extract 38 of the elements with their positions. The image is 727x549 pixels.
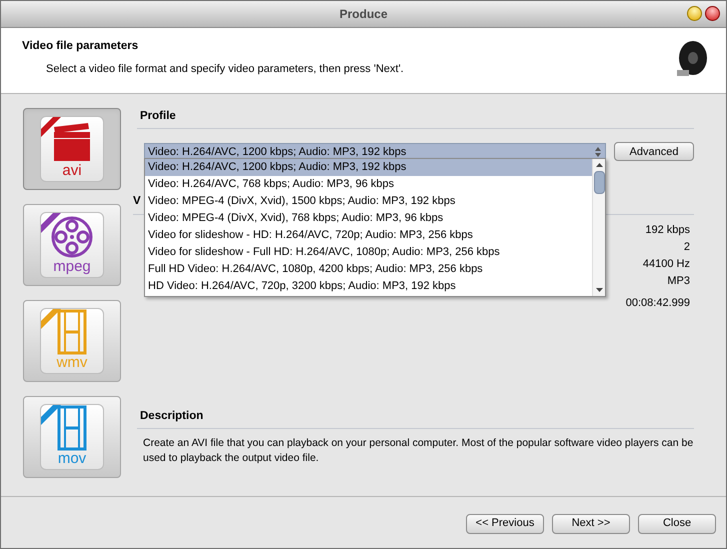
dropdown-option[interactable]: Video: MPEG-4 (DivX, Xvid), 1500 kbps; Audio: MP3, 192 kbps (145, 193, 592, 210)
minimize-button[interactable] (687, 6, 702, 21)
scroll-thumb[interactable] (594, 171, 604, 194)
film-reel-icon (50, 215, 94, 259)
section-heading: Description (140, 410, 204, 422)
description-text: Create an AVI file that you can playback on your personal computer. Most of the popular software video players can be used to playback the output video file. (142, 436, 694, 466)
dialog-button[interactable]: Next >> (552, 514, 630, 534)
format-label: mpeg (53, 259, 91, 275)
section-heading: V (133, 195, 141, 208)
close-button[interactable] (705, 6, 720, 21)
format-button[interactable]: avi (23, 108, 121, 190)
scrollbar[interactable] (592, 159, 605, 296)
header-title: Video file parameters (22, 39, 140, 54)
dropdown-option[interactable]: Video for slideshow - Full HD: H.264/AVC, 1080p; Audio: MP3, 256 kbps (145, 244, 592, 261)
dropdown-option[interactable]: Video: H.264/AVC, 1200 kbps; Audio: MP3, 192 kbps (145, 159, 592, 176)
dropdown-option[interactable]: Full HD Video: H.264/AVC, 1080p, 4200 kbps; Audio: MP3, 256 kbps (145, 261, 592, 278)
parameter-value: MP3 (667, 274, 690, 286)
parameter-value: 00:08:42.999 (626, 296, 690, 308)
dropdown-option[interactable]: Video for slideshow - HD: H.264/AVC, 720p; Audio: MP3, 256 kbps (145, 227, 592, 244)
advanced-button[interactable]: Advanced (614, 142, 694, 162)
section-heading: Profile (140, 110, 176, 122)
dropdown-option[interactable]: Video: H.264/AVC, 768 kbps; Audio: MP3, 96 kbps (145, 176, 592, 193)
dropdown-option[interactable]: Video: MPEG-4 (DivX, Xvid), 768 kbps; Audio: MP3, 96 kbps (145, 210, 592, 227)
film-strip-icon (57, 309, 87, 355)
format-button[interactable]: mpeg (23, 204, 121, 286)
parameter-value: 44100 Hz (642, 258, 690, 270)
parameter-value: 192 kbps (645, 224, 690, 236)
dialog-button[interactable]: << Previous (466, 514, 544, 534)
format-label: wmv (56, 355, 88, 371)
format-label: avi (62, 163, 82, 179)
dialog-button[interactable]: Close (638, 514, 716, 534)
format-label: mov (58, 451, 86, 467)
header-subtitle: Select a video file format and specify video parameters, then press 'Next'. (45, 62, 405, 78)
film-strip-icon (57, 405, 87, 451)
dropdown-option[interactable]: HD Video: H.264/AVC, 720p, 3200 kbps; Audio: MP3, 192 kbps (145, 278, 592, 295)
parameter-value: 2 (684, 240, 690, 252)
window-title: Produce (339, 6, 388, 23)
spinner-arrows-icon (595, 146, 601, 157)
